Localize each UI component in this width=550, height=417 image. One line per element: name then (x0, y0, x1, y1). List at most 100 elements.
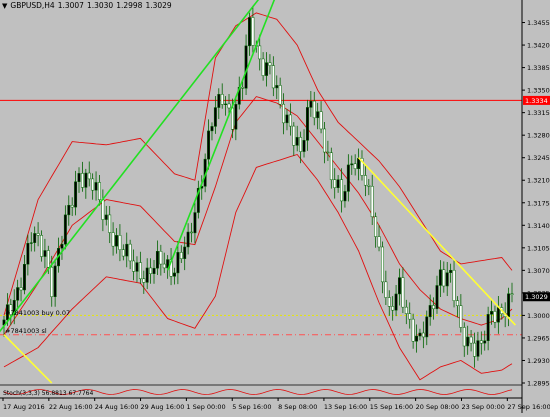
candle-body (179, 252, 183, 259)
price-tick-label: 1.3315 (527, 109, 550, 117)
candle-body (459, 305, 463, 328)
candle-body (60, 243, 64, 249)
candle-body (329, 152, 333, 180)
time-tick-label: 8 Sep 08:00 (278, 403, 317, 411)
candle-body (80, 173, 84, 188)
candle-body (353, 163, 357, 169)
triangle-down-icon[interactable]: ▼ (2, 2, 7, 10)
candle-body (466, 336, 470, 347)
candle-body (210, 126, 214, 132)
candle-body (275, 85, 279, 89)
time-tick-label: 1 Sep 00:00 (186, 403, 225, 411)
candle-body (152, 267, 156, 274)
candle-body (476, 340, 480, 357)
candle-body (155, 251, 159, 269)
candle-body (108, 214, 112, 233)
price-tick-label: 1.3140 (527, 222, 550, 230)
candle-body (224, 103, 228, 105)
candle-body (312, 100, 316, 119)
candle-body (176, 252, 180, 274)
candle-body (367, 184, 371, 187)
candle-body (26, 243, 30, 265)
price-tick-label: 1.3455 (527, 19, 550, 27)
candle-body (319, 111, 323, 130)
candle-body (411, 318, 415, 342)
candle-body (278, 85, 282, 105)
candle-body (391, 306, 395, 311)
candle-body (295, 137, 299, 146)
time-tick-label: 27 Sep 16:00 (507, 403, 550, 411)
candle-body (418, 332, 422, 337)
price-tick-label: 1.3105 (527, 244, 550, 252)
candle-body (63, 214, 67, 245)
candle-body (40, 235, 43, 257)
stop-loss-order-label[interactable]: #7841003 sl (5, 327, 47, 335)
price-tick-label: 1.3280 (527, 132, 550, 140)
candle-body (74, 181, 78, 208)
candle-body (384, 281, 388, 298)
candle-body (363, 175, 367, 186)
candle-body (248, 17, 251, 47)
candle-body (138, 262, 142, 280)
candle-body (496, 307, 500, 323)
candle-body (455, 300, 459, 306)
price-tick-label: 1.3000 (527, 312, 550, 320)
candle-body (285, 114, 289, 124)
candle-body (445, 272, 449, 287)
low-value: 1.2998 (116, 1, 143, 10)
horizontal-line-price-badge-label: 1.3334 (525, 97, 548, 105)
candle-body (23, 264, 26, 291)
time-tick-label: 23 Sep 00:00 (461, 403, 504, 411)
candle-body (104, 214, 108, 220)
candle-body (132, 260, 136, 272)
candle-body (70, 204, 74, 208)
candle-body (302, 140, 306, 152)
candle-body (125, 243, 129, 257)
candle-body (425, 316, 429, 338)
candle-body (186, 231, 190, 248)
candle-body (421, 332, 425, 338)
candle-body (343, 191, 347, 202)
candle-body (227, 103, 231, 109)
candle-body (193, 212, 197, 234)
entry-order-label[interactable]: #7841003 buy 0.07 (5, 309, 70, 317)
time-tick-label: 29 Aug 16:00 (141, 403, 185, 411)
candle-body (326, 151, 330, 154)
time-tick-label: 20 Sep 08:00 (416, 403, 459, 411)
candle-body (220, 94, 224, 105)
price-tick-label: 1.3070 (527, 267, 550, 275)
candle-body (149, 267, 153, 274)
candle-body (479, 340, 483, 344)
candle-body (316, 111, 320, 119)
price-tick-label: 1.3210 (527, 177, 550, 185)
open-value: 1.3007 (57, 1, 84, 10)
price-tick-label: 1.2965 (527, 334, 550, 342)
candle-body (67, 204, 71, 216)
time-tick-label: 15 Sep 16:00 (370, 403, 413, 411)
candle-body (309, 100, 313, 108)
candle-body (19, 287, 23, 291)
candle-body (486, 314, 490, 342)
candle-body (462, 327, 466, 347)
candle-body (77, 173, 81, 182)
candle-body (244, 45, 248, 89)
candle-body (507, 293, 511, 317)
candle-body (374, 216, 378, 237)
chart-window[interactable]: 1.3455 1.3420 1.3385 1.3350 1.3315 1.3280 1.32… (0, 0, 550, 413)
price-chart[interactable]: 1.3455 1.3420 1.3385 1.3350 1.3315 1.3280 1.32… (0, 0, 550, 413)
stochastic-indicator-label: Stoch(3,3,3) 56.8813 67.7764 (3, 390, 94, 397)
candle-body (438, 269, 442, 286)
price-tick-label: 1.3245 (527, 154, 550, 162)
candle-body (213, 107, 217, 127)
candle-body (91, 178, 95, 191)
candle-body (128, 243, 132, 262)
candle-body (207, 130, 211, 160)
current-price-badge-label: 1.3029 (525, 293, 548, 301)
candle-body (305, 107, 309, 141)
candle-body (183, 246, 187, 259)
candle-body (357, 158, 361, 169)
candle-body (288, 114, 292, 127)
candle-body (135, 262, 139, 272)
candle-body (145, 267, 149, 283)
candle-body (43, 250, 47, 257)
